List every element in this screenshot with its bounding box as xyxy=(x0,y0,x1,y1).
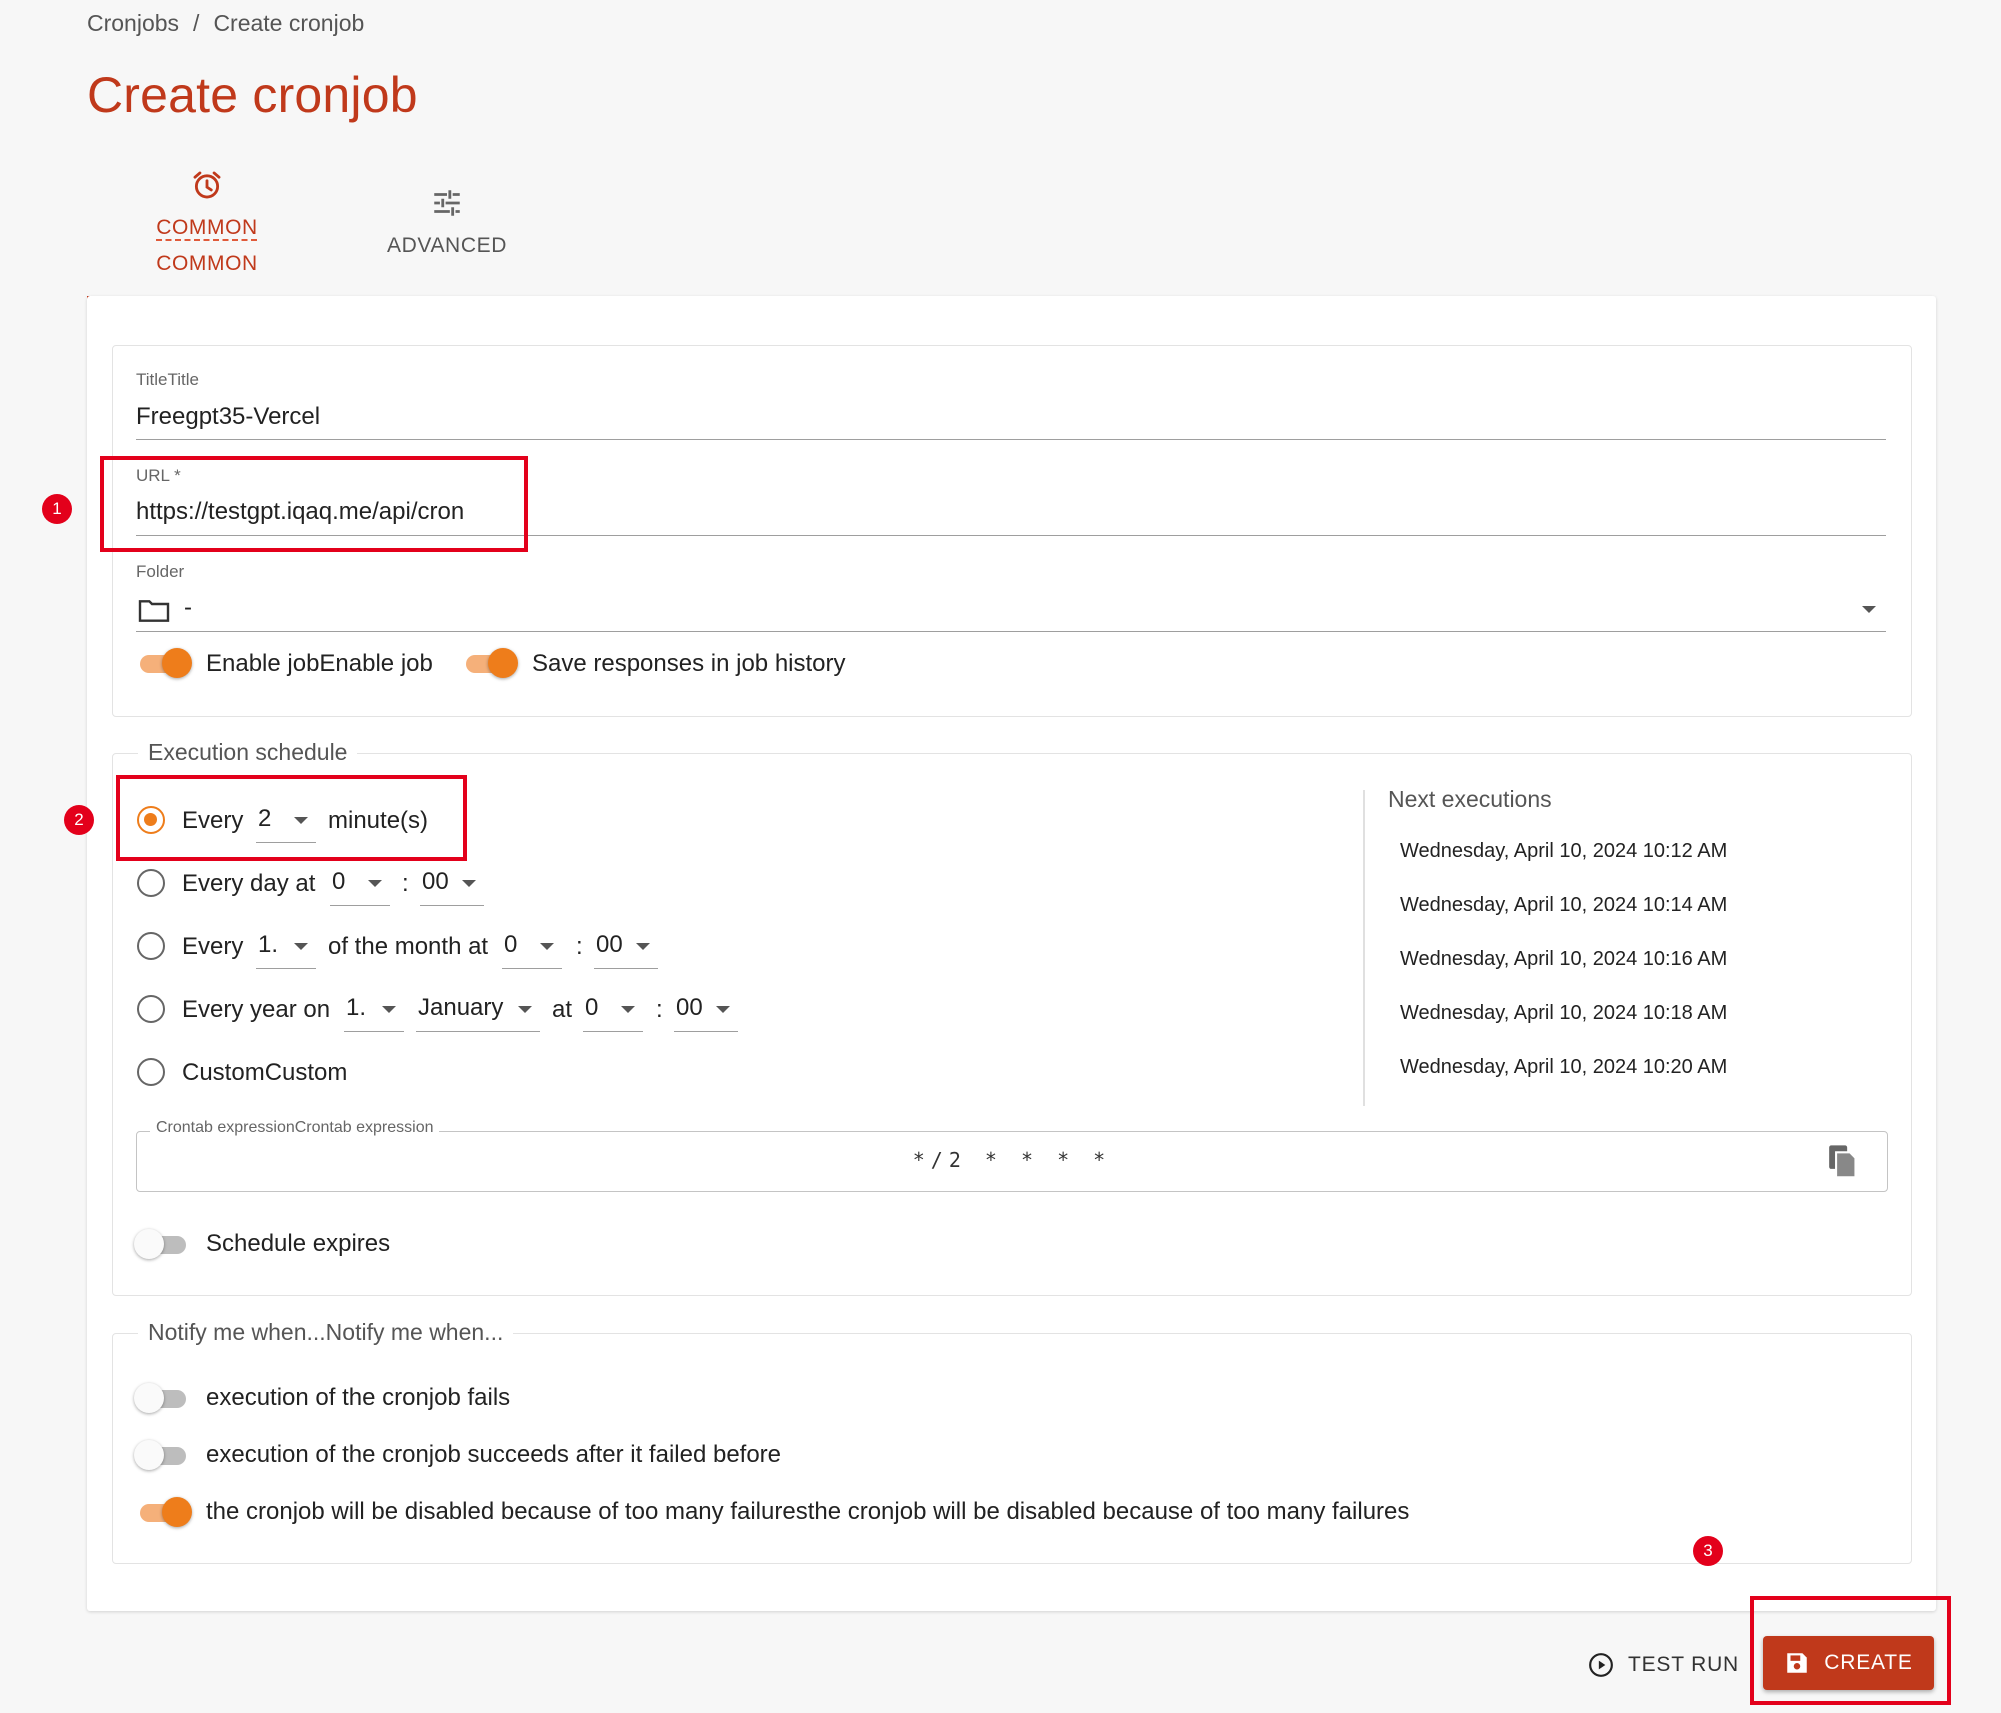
annotation-box-every-minutes xyxy=(116,775,467,861)
year-minute-value: 00 xyxy=(676,994,703,1021)
month-day-value: 1. xyxy=(258,931,279,958)
annotation-badge-2: 2 xyxy=(64,805,94,835)
radio-every-year[interactable] xyxy=(137,995,165,1023)
folder-value: - xyxy=(184,594,192,621)
notify-succeeds-label: execution of the cronjob succeeds after … xyxy=(206,1441,782,1468)
every-year-at: at xyxy=(552,996,573,1023)
enable-job-toggle[interactable] xyxy=(136,648,192,678)
every-year-prefix: Every year on xyxy=(182,996,331,1023)
chevron-down-icon xyxy=(716,1006,730,1013)
breadcrumb-link-cronjobs[interactable]: Cronjobs xyxy=(87,10,179,37)
tab-advanced[interactable]: ADVANCED xyxy=(327,160,567,296)
month-day-select[interactable]: 1. xyxy=(256,931,316,969)
title-field-label: TitleTitle xyxy=(136,370,199,389)
annotation-box-url xyxy=(100,456,528,552)
breadcrumb-separator: / xyxy=(193,10,200,36)
tab-common[interactable]: COMMON COMMON xyxy=(87,160,327,299)
next-execution-item: Wednesday, April 10, 2024 10:18 AM xyxy=(1400,1002,1728,1024)
breadcrumb-current: Create cronjob xyxy=(213,10,365,36)
save-responses-label: Save responses in job history xyxy=(532,650,846,677)
save-responses-toggle[interactable] xyxy=(462,648,518,678)
folder-field-label: Folder xyxy=(136,562,185,581)
next-execution-item: Wednesday, April 10, 2024 10:16 AM xyxy=(1400,948,1728,970)
chevron-down-icon xyxy=(1862,606,1876,613)
play-circle-icon xyxy=(1589,1653,1613,1677)
crontab-expression-label: Crontab expressionCrontab expression xyxy=(150,1119,440,1137)
tab-common-label-duplicate: COMMON xyxy=(156,252,258,275)
day-hour-select[interactable]: 0 xyxy=(330,868,390,906)
folder-icon xyxy=(138,600,170,622)
folder-select-underline xyxy=(136,631,1886,632)
month-minute-select[interactable]: 00 xyxy=(594,931,658,969)
notify-legend: Notify me when...Notify me when... xyxy=(138,1319,514,1346)
year-day-select[interactable]: 1. xyxy=(344,994,404,1032)
chevron-down-icon xyxy=(518,1006,532,1013)
month-hour-value: 0 xyxy=(504,931,518,958)
chevron-down-icon xyxy=(294,943,308,950)
tab-advanced-label: ADVANCED xyxy=(387,234,507,257)
page-title: Create cronjob xyxy=(87,67,418,123)
notify-fails-toggle[interactable] xyxy=(134,1383,190,1413)
next-executions-divider xyxy=(1363,790,1365,1106)
radio-every-month[interactable] xyxy=(137,932,165,960)
chevron-down-icon xyxy=(368,880,382,887)
month-minute-value: 00 xyxy=(596,931,623,958)
year-hour-value: 0 xyxy=(585,994,599,1021)
crontab-expression-field[interactable]: */2 * * * * xyxy=(136,1131,1888,1192)
month-hour-select[interactable]: 0 xyxy=(502,931,562,969)
every-month-middle: of the month at xyxy=(328,933,489,960)
day-minute-select[interactable]: 00 xyxy=(420,868,484,906)
year-day-value: 1. xyxy=(346,994,367,1021)
every-month-prefix: Every xyxy=(182,933,244,960)
execution-schedule-legend: Execution schedule xyxy=(138,739,358,766)
title-input[interactable]: Freegpt35-Vercel xyxy=(136,403,320,431)
annotation-badge-1: 1 xyxy=(42,494,72,524)
sliders-icon xyxy=(434,190,460,216)
year-minute-select[interactable]: 00 xyxy=(674,994,738,1032)
crontab-expression-value: */2 * * * * xyxy=(912,1148,1112,1172)
chevron-down-icon xyxy=(382,1006,396,1013)
radio-every-day[interactable] xyxy=(137,869,165,897)
schedule-expires-toggle[interactable] xyxy=(134,1229,190,1259)
next-execution-item: Wednesday, April 10, 2024 10:12 AM xyxy=(1400,840,1728,862)
next-execution-item: Wednesday, April 10, 2024 10:20 AM xyxy=(1400,1056,1728,1078)
notify-disabled-label: the cronjob will be disabled because of … xyxy=(206,1498,1410,1525)
radio-custom[interactable] xyxy=(137,1058,165,1086)
test-run-label: TEST RUN xyxy=(1628,1653,1740,1676)
next-execution-item: Wednesday, April 10, 2024 10:14 AM xyxy=(1400,894,1728,916)
year-month-value: January xyxy=(418,994,504,1021)
tab-common-label: COMMON xyxy=(156,216,258,239)
chevron-down-icon xyxy=(636,943,650,950)
day-hour-value: 0 xyxy=(332,868,346,895)
title-input-underline xyxy=(136,439,1886,440)
annotation-badge-3: 3 xyxy=(1693,1536,1723,1566)
breadcrumb: Cronjobs / Create cronjob xyxy=(87,10,364,37)
month-time-separator: : xyxy=(576,933,583,960)
chevron-down-icon xyxy=(462,880,476,887)
chevron-down-icon xyxy=(540,943,554,950)
enable-job-label: Enable jobEnable job xyxy=(206,650,433,677)
copy-icon[interactable] xyxy=(1827,1144,1859,1180)
chevron-down-icon xyxy=(621,1006,635,1013)
year-time-separator: : xyxy=(656,996,663,1023)
folder-select[interactable]: - xyxy=(136,594,1886,632)
schedule-expires-label: Schedule expires xyxy=(206,1230,391,1257)
day-time-separator: : xyxy=(402,870,409,897)
year-month-select[interactable]: January xyxy=(416,994,540,1032)
every-day-prefix: Every day at xyxy=(182,870,316,897)
notify-fails-label: execution of the cronjob fails xyxy=(206,1384,511,1411)
day-minute-value: 00 xyxy=(422,868,449,895)
year-hour-select[interactable]: 0 xyxy=(583,994,643,1032)
next-executions-title: Next executions xyxy=(1388,786,1552,812)
test-run-button[interactable]: TEST RUN xyxy=(1588,1645,1739,1685)
notify-disabled-toggle[interactable] xyxy=(136,1497,192,1527)
alarm-clock-icon xyxy=(193,171,221,199)
custom-label: CustomCustom xyxy=(182,1059,348,1086)
annotation-box-create xyxy=(1750,1596,1951,1705)
notify-succeeds-toggle[interactable] xyxy=(134,1440,190,1470)
